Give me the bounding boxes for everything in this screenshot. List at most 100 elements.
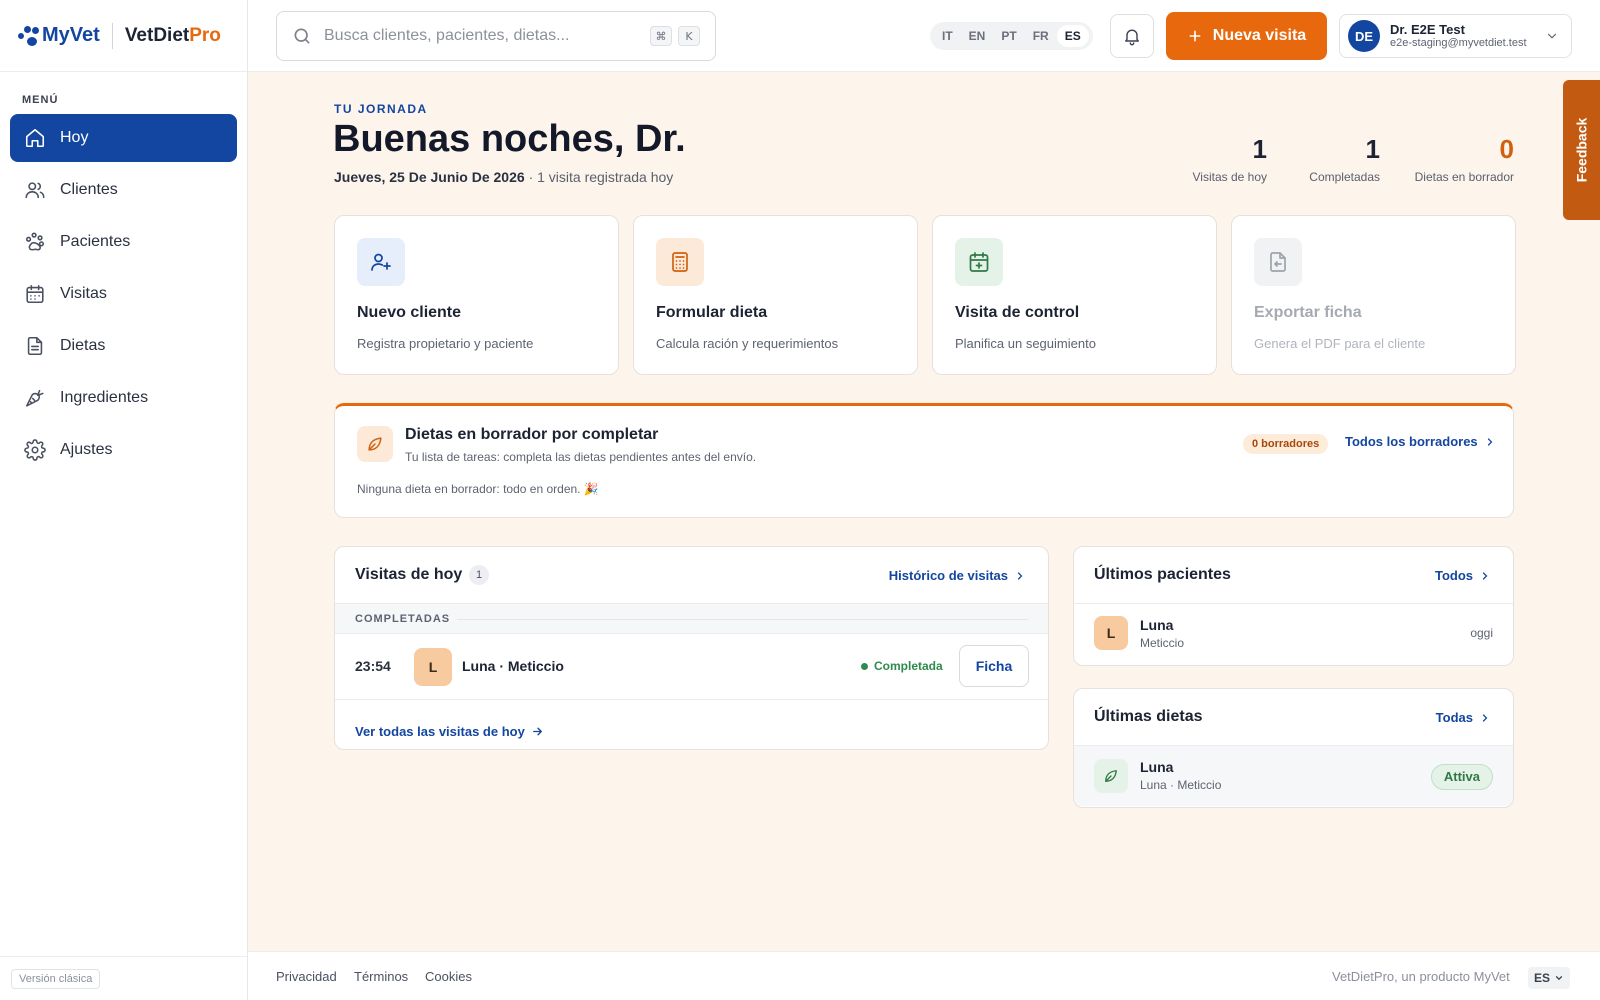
date-line: Jueves, 25 De Junio De 2026 · 1 visita r… [334,169,673,185]
sidebar-item-label: Ingredientes [60,389,149,406]
panel-header: Últimas dietas Todas [1074,689,1513,746]
myvet-logo[interactable]: MyVet [18,24,100,47]
visits-today-panel: Visitas de hoy 1 Histórico de visitas CO… [334,546,1049,750]
patient-last-seen: oggi [1470,626,1493,640]
sidebar-item-label: Hoy [60,129,89,146]
visit-patient-name: Luna · Meticcio [462,658,564,674]
diet-status-badge: Attiva [1430,764,1493,790]
panel-header: Últimos pacientes Todos [1074,547,1513,604]
classic-version-button[interactable]: Versión clásica [11,969,101,989]
diet-row[interactable]: Luna Luna · Meticcio Attiva [1074,746,1513,806]
product-wordmark[interactable]: VetDietPro [125,25,221,47]
notifications-button[interactable] [1110,14,1154,58]
lang-en[interactable]: EN [961,25,994,47]
stat-value: 0 [1499,134,1514,164]
cookies-link[interactable]: Cookies [425,969,472,984]
action-control-visit[interactable]: Visita de control Planifica un seguimien… [932,215,1217,375]
action-export-record: Exportar ficha Genera el PDF para el cli… [1231,215,1516,375]
product-accent: Pro [189,24,221,46]
all-visits-today-link[interactable]: Ver todas las visitas de hoy [355,724,544,739]
carrot-icon [25,389,44,407]
all-diets-link[interactable]: Todas [1436,710,1491,725]
patient-row[interactable]: L Luna Meticcio oggi [1074,604,1513,664]
footer-language-select[interactable]: ES [1528,967,1571,989]
product-name: VetDiet [124,24,190,46]
status-dot [861,662,868,670]
calculator-icon [672,252,688,272]
latest-diets-panel: Últimas dietas Todas Luna Luna · Meticci… [1073,688,1514,808]
lang-es[interactable]: ES [1056,25,1089,47]
sidebar-item-pacientes[interactable]: Pacientes [10,218,237,266]
privacy-link[interactable]: Privacidad [276,969,337,984]
chevron-down-icon [1547,33,1557,39]
user-name: Dr. E2E Test [1390,21,1465,37]
feedback-label: Feedback [1573,117,1590,183]
action-icon-box [357,238,405,286]
page-title: Buenas noches, Dr. [333,118,686,160]
chevron-right-icon [1482,713,1488,722]
top-bar: ⌘ K IT EN PT FR ES Nueva visita DE Dr. E… [248,0,1600,72]
sidebar-item-label: Pacientes [60,233,131,250]
action-description: Planifica un seguimiento [955,336,1096,351]
ficha-button[interactable]: Ficha [959,645,1029,687]
feedback-tab[interactable]: Feedback [1563,80,1600,220]
visit-time: 23:54 [355,658,391,674]
action-title: Nuevo cliente [357,304,462,321]
stat-completed: 1 Completadas [1309,134,1380,184]
sidebar-footer: Versión clásica [0,956,248,1000]
stat-value: 1 [1365,134,1380,164]
visit-row[interactable]: 23:54 L Luna · Meticcio Completada Ficha [335,634,1048,700]
all-patients-link[interactable]: Todos [1435,568,1491,583]
action-new-client[interactable]: Nuevo cliente Registra propietario y pac… [334,215,619,375]
action-title: Formular dieta [656,304,768,321]
all-drafts-link[interactable]: Todos los borradores [1345,434,1496,449]
new-visit-label: Nueva visita [1212,27,1307,44]
page-footer: Privacidad Términos Cookies VetDietPro, … [248,951,1600,1000]
sidebar-item-dietas[interactable]: Dietas [10,322,237,370]
all-patients-label: Todos [1434,568,1473,583]
search-icon [294,28,310,44]
patient-breed: Meticcio [1140,636,1185,650]
sidebar-item-ingredientes[interactable]: Ingredientes [10,374,237,422]
sidebar-item-clientes[interactable]: Clientes [10,166,237,214]
panel-title: Últimas dietas [1094,708,1203,725]
section-divider [457,619,1028,620]
sidebar-item-visitas[interactable]: Visitas [10,270,237,318]
chevron-down-icon [1555,976,1563,981]
brand-divider [111,22,113,49]
sidebar-item-label: Dietas [60,337,106,354]
lang-it[interactable]: IT [934,25,961,47]
action-icon-box [1254,238,1302,286]
all-visits-today-label: Ver todas las visitas de hoy [355,724,525,739]
lang-pt[interactable]: PT [993,25,1024,47]
drafts-count-badge: 0 borradores [1243,434,1329,454]
sidebar-item-hoy[interactable]: Hoy [10,114,237,162]
footer-language-value: ES [1534,971,1551,985]
stat-label: Dietas en borrador [1414,170,1514,184]
leaf-icon [1105,770,1117,782]
footer-brand-text: VetDietPro, un producto MyVet [1332,969,1510,984]
status-badge: Completada [861,659,943,673]
lang-fr[interactable]: FR [1025,25,1057,47]
action-formulate-diet[interactable]: Formular dieta Calcula ración y requerim… [633,215,918,375]
visit-history-label: Histórico de visitas [888,568,1008,583]
sidebar-item-ajustes[interactable]: Ajustes [10,426,237,474]
drafts-empty-message: Ninguna dieta en borrador: todo en orden… [357,482,599,496]
user-menu[interactable]: DE Dr. E2E Test e2e-staging@myvetdiet.te… [1339,14,1572,58]
panel-title: Visitas de hoy [355,566,463,583]
section-label: COMPLETADAS [355,613,451,625]
search-box[interactable]: ⌘ K [276,11,716,61]
action-title: Exportar ficha [1254,304,1362,321]
plus-icon [1189,30,1201,42]
user-plus-icon [371,253,391,271]
visit-history-link[interactable]: Histórico de visitas [889,568,1026,583]
myvet-wordmark: MyVet [42,24,100,46]
visits-registered-note: · 1 visita registrada hoy [528,169,674,185]
action-description: Registra propietario y paciente [357,336,534,351]
sidebar-item-label: Visitas [60,285,107,302]
search-input[interactable] [324,27,644,45]
language-switcher: IT EN PT FR ES [930,22,1093,50]
current-date: Jueves, 25 De Junio De 2026 [334,169,525,185]
new-visit-button[interactable]: Nueva visita [1166,12,1327,60]
terms-link[interactable]: Términos [354,969,408,984]
